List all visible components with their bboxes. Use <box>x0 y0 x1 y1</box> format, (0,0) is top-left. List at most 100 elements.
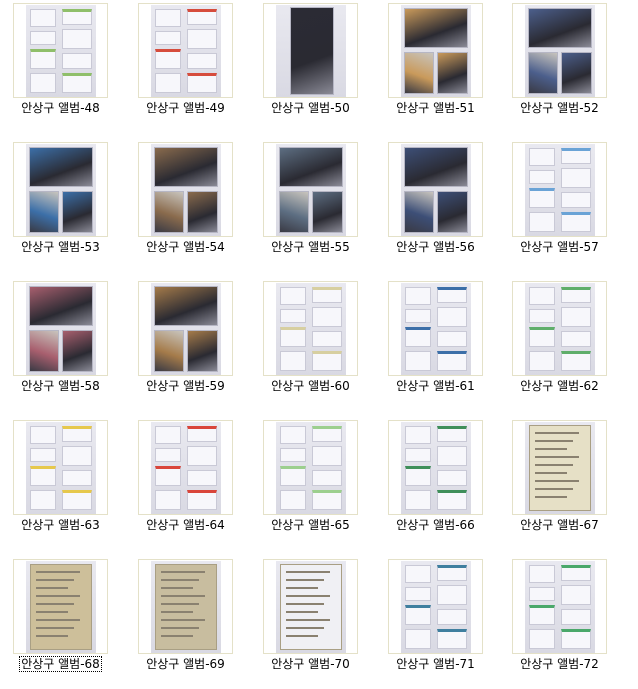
thumbnail-caption[interactable]: 안상구 앨범-54 <box>138 240 233 255</box>
thumbnail-item[interactable]: 안상구 앨범-58 <box>13 281 138 411</box>
thumbnail-caption[interactable]: 안상구 앨범-62 <box>512 379 607 394</box>
thumbnail-frame[interactable] <box>13 559 108 654</box>
thumbnail-caption[interactable]: 안상구 앨범-53 <box>13 240 108 255</box>
thumbnail-image[interactable] <box>151 144 221 236</box>
thumbnail-item[interactable]: 안상구 앨범-63 <box>13 420 138 550</box>
thumbnail-item[interactable]: 안상구 앨범-59 <box>138 281 263 411</box>
thumbnail-caption[interactable]: 안상구 앨범-71 <box>388 657 483 672</box>
thumbnail-frame[interactable] <box>138 142 233 237</box>
thumbnail-caption[interactable]: 안상구 앨범-70 <box>263 657 358 672</box>
thumbnail-caption[interactable]: 안상구 앨범-55 <box>263 240 358 255</box>
thumbnail-image[interactable] <box>276 5 346 97</box>
thumbnail-item[interactable]: 안상구 앨범-62 <box>512 281 637 411</box>
thumbnail-caption[interactable]: 안상구 앨범-72 <box>512 657 607 672</box>
thumbnail-item[interactable]: 안상구 앨범-70 <box>263 559 388 689</box>
thumbnail-caption[interactable]: 안상구 앨범-57 <box>512 240 607 255</box>
thumbnail-item[interactable]: 안상구 앨범-57 <box>512 142 637 272</box>
thumbnail-item[interactable]: 안상구 앨범-66 <box>388 420 513 550</box>
thumbnail-caption[interactable]: 안상구 앨범-61 <box>388 379 483 394</box>
thumbnail-item[interactable]: 안상구 앨범-72 <box>512 559 637 689</box>
thumbnail-frame[interactable] <box>138 281 233 376</box>
thumbnail-item[interactable]: 안상구 앨범-65 <box>263 420 388 550</box>
thumbnail-item[interactable]: 안상구 앨범-54 <box>138 142 263 272</box>
thumbnail-frame[interactable] <box>512 281 607 376</box>
thumbnail-frame[interactable] <box>263 3 358 98</box>
thumbnail-frame[interactable] <box>388 420 483 515</box>
thumbnail-item[interactable]: 안상구 앨범-68 <box>13 559 138 689</box>
thumbnail-caption[interactable]: 안상구 앨범-49 <box>138 101 233 116</box>
thumbnail-caption[interactable]: 안상구 앨범-63 <box>13 518 108 533</box>
thumbnail-image[interactable] <box>525 144 595 236</box>
thumbnail-image[interactable] <box>276 561 346 653</box>
thumbnail-item[interactable]: 안상구 앨범-69 <box>138 559 263 689</box>
thumbnail-image[interactable] <box>401 283 471 375</box>
thumbnail-image[interactable] <box>151 5 221 97</box>
thumbnail-caption[interactable]: 안상구 앨범-56 <box>388 240 483 255</box>
thumbnail-item[interactable]: 안상구 앨범-49 <box>138 3 263 133</box>
thumbnail-frame[interactable] <box>13 142 108 237</box>
thumbnail-caption[interactable]: 안상구 앨범-50 <box>263 101 358 116</box>
thumbnail-caption[interactable]: 안상구 앨범-64 <box>138 518 233 533</box>
thumbnail-item[interactable]: 안상구 앨범-64 <box>138 420 263 550</box>
thumbnail-frame[interactable] <box>13 420 108 515</box>
thumbnail-frame[interactable] <box>388 281 483 376</box>
thumbnail-caption[interactable]: 안상구 앨범-65 <box>263 518 358 533</box>
thumbnail-image[interactable] <box>401 422 471 514</box>
thumbnail-item[interactable]: 안상구 앨범-61 <box>388 281 513 411</box>
thumbnail-frame[interactable] <box>512 559 607 654</box>
thumbnail-item[interactable]: 안상구 앨범-51 <box>388 3 513 133</box>
thumbnail-item[interactable]: 안상구 앨범-50 <box>263 3 388 133</box>
thumbnail-image[interactable] <box>276 144 346 236</box>
thumbnail-image[interactable] <box>26 422 96 514</box>
thumbnail-caption[interactable]: 안상구 앨범-68 <box>13 656 108 672</box>
thumbnail-image[interactable] <box>151 283 221 375</box>
thumbnail-image[interactable] <box>525 422 595 514</box>
thumbnail-frame[interactable] <box>388 142 483 237</box>
thumbnail-frame[interactable] <box>138 559 233 654</box>
thumbnail-caption[interactable]: 안상구 앨범-48 <box>13 101 108 116</box>
thumbnail-image[interactable] <box>26 561 96 653</box>
thumbnail-caption[interactable]: 안상구 앨범-67 <box>512 518 607 533</box>
thumbnail-frame[interactable] <box>138 3 233 98</box>
thumbnail-frame[interactable] <box>263 559 358 654</box>
thumbnail-image[interactable] <box>26 144 96 236</box>
thumbnail-frame[interactable] <box>263 420 358 515</box>
thumbnail-caption[interactable]: 안상구 앨범-59 <box>138 379 233 394</box>
thumbnail-caption[interactable]: 안상구 앨범-66 <box>388 518 483 533</box>
thumbnail-image[interactable] <box>525 283 595 375</box>
thumbnail-item[interactable]: 안상구 앨범-48 <box>13 3 138 133</box>
thumbnail-image[interactable] <box>401 561 471 653</box>
thumbnail-image[interactable] <box>276 283 346 375</box>
thumbnail-frame[interactable] <box>512 3 607 98</box>
thumbnail-caption[interactable]: 안상구 앨범-52 <box>512 101 607 116</box>
thumbnail-frame[interactable] <box>263 281 358 376</box>
thumbnail-frame[interactable] <box>263 142 358 237</box>
thumbnail-image[interactable] <box>525 561 595 653</box>
thumbnail-item[interactable]: 안상구 앨범-67 <box>512 420 637 550</box>
thumbnail-image[interactable] <box>151 422 221 514</box>
thumbnail-frame[interactable] <box>512 142 607 237</box>
thumbnail-image[interactable] <box>401 5 471 97</box>
thumbnail-frame[interactable] <box>13 281 108 376</box>
thumbnail-item[interactable]: 안상구 앨범-60 <box>263 281 388 411</box>
thumbnail-frame[interactable] <box>138 420 233 515</box>
thumbnail-image[interactable] <box>26 283 96 375</box>
thumbnail-image[interactable] <box>525 5 595 97</box>
thumbnail-frame[interactable] <box>512 420 607 515</box>
thumbnail-frame[interactable] <box>388 559 483 654</box>
thumbnail-item[interactable]: 안상구 앨범-53 <box>13 142 138 272</box>
thumbnail-image[interactable] <box>151 561 221 653</box>
thumbnail-item[interactable]: 안상구 앨범-56 <box>388 142 513 272</box>
thumbnail-image[interactable] <box>401 144 471 236</box>
thumbnail-caption[interactable]: 안상구 앨범-60 <box>263 379 358 394</box>
thumbnail-caption[interactable]: 안상구 앨범-51 <box>388 101 483 116</box>
thumbnail-item[interactable]: 안상구 앨범-52 <box>512 3 637 133</box>
thumbnail-frame[interactable] <box>388 3 483 98</box>
thumbnail-caption[interactable]: 안상구 앨범-58 <box>13 379 108 394</box>
thumbnail-image[interactable] <box>26 5 96 97</box>
thumbnail-item[interactable]: 안상구 앨범-55 <box>263 142 388 272</box>
thumbnail-item[interactable]: 안상구 앨범-71 <box>388 559 513 689</box>
thumbnail-caption[interactable]: 안상구 앨범-69 <box>138 657 233 672</box>
thumbnail-image[interactable] <box>276 422 346 514</box>
thumbnail-frame[interactable] <box>13 3 108 98</box>
